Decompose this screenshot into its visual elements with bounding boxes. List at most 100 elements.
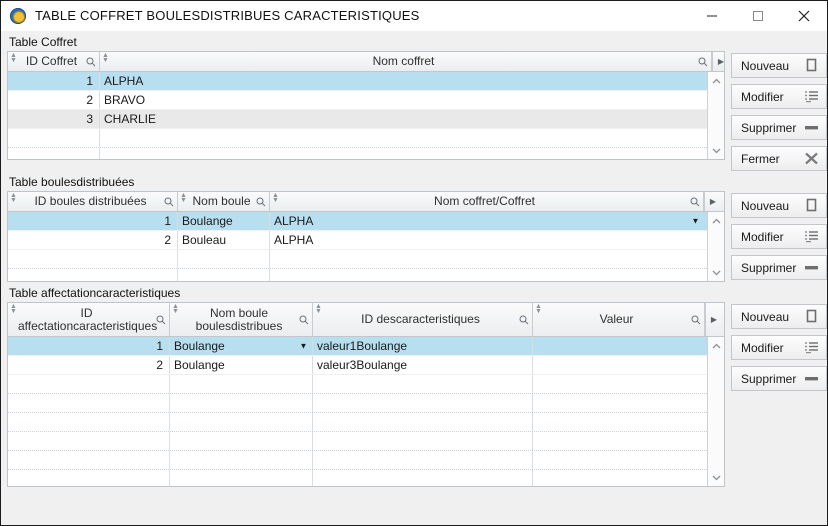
fermer-button[interactable]: Fermer — [731, 146, 827, 171]
maximize-icon[interactable] — [735, 1, 781, 31]
data-grid[interactable]: ▲ ▼ ID boules distribuées ▲ ▼ Nom boule ▲ ▼ Nom … — [7, 191, 725, 282]
magnifier-icon[interactable] — [164, 197, 174, 207]
table-cell-empty[interactable] — [170, 375, 313, 393]
table-cell[interactable]: 1 — [8, 337, 170, 355]
table-cell-empty[interactable] — [270, 269, 704, 281]
magnifier-icon[interactable] — [299, 315, 309, 325]
column-header-1[interactable]: ▲ ▼ ID boules distribuées — [8, 192, 178, 211]
table-cell-empty[interactable] — [533, 413, 705, 431]
table-cell[interactable]: valeur1Boulange — [313, 337, 533, 355]
table-cell-empty[interactable] — [313, 470, 533, 486]
table-cell-empty[interactable] — [8, 375, 170, 393]
table-cell[interactable] — [533, 356, 705, 374]
table-cell[interactable]: CHARLIE — [100, 110, 707, 128]
table-cell[interactable]: ALPHA ▼ — [270, 212, 704, 230]
table-row-empty[interactable] — [8, 148, 707, 159]
table-cell[interactable]: 2 — [8, 356, 170, 374]
chevron-down-icon[interactable]: ▼ — [297, 340, 310, 353]
table-cell[interactable]: 2 — [8, 231, 178, 249]
table-cell[interactable]: Bouleau — [178, 231, 270, 249]
table-row[interactable]: 1 Boulange ALPHA ▼ — [8, 212, 707, 231]
table-cell-empty[interactable] — [8, 432, 170, 450]
table-cell-empty[interactable] — [313, 451, 533, 469]
table-cell-empty[interactable] — [170, 413, 313, 431]
column-header-1[interactable]: ▲ ▼ ID Coffret — [8, 52, 100, 71]
column-header-2[interactable]: ▲ ▼ Nom coffret — [100, 52, 712, 71]
table-row[interactable]: 2 BRAVO — [8, 91, 707, 110]
table-cell-empty[interactable] — [170, 470, 313, 486]
magnifier-icon[interactable] — [691, 315, 701, 325]
magnifier-icon[interactable] — [690, 197, 700, 207]
scrollbar-track[interactable] — [708, 229, 724, 264]
table-row-empty[interactable] — [8, 451, 707, 470]
magnifier-icon[interactable] — [86, 57, 96, 67]
table-row[interactable]: 1 ALPHA — [8, 72, 707, 91]
table-row-empty[interactable] — [8, 250, 707, 269]
table-cell-empty[interactable] — [8, 394, 170, 412]
table-row-empty[interactable] — [8, 269, 707, 281]
table-cell-empty[interactable] — [533, 375, 705, 393]
header-overflow-button[interactable]: ▶ — [704, 192, 721, 211]
vertical-scrollbar[interactable] — [707, 72, 724, 159]
table-cell[interactable]: Boulange ▼ — [170, 337, 313, 355]
table-cell-empty[interactable] — [8, 250, 178, 268]
scrollbar-track[interactable] — [708, 354, 724, 469]
scroll-up-icon[interactable] — [708, 72, 725, 89]
table-cell[interactable] — [533, 337, 705, 355]
table-cell-empty[interactable] — [100, 129, 707, 147]
vertical-scrollbar[interactable] — [707, 212, 724, 281]
table-cell-empty[interactable] — [178, 269, 270, 281]
table-cell[interactable]: Boulange — [178, 212, 270, 230]
table-cell-empty[interactable] — [178, 250, 270, 268]
table-cell-empty[interactable] — [313, 375, 533, 393]
table-cell-empty[interactable] — [313, 394, 533, 412]
modifier-button[interactable]: Modifier — [731, 84, 827, 109]
minimize-icon[interactable] — [689, 1, 735, 31]
table-cell[interactable]: ALPHA — [270, 231, 704, 249]
column-header-3[interactable]: ▲ ▼ Nom coffret/Coffret — [270, 192, 704, 211]
table-cell[interactable]: 1 — [8, 72, 100, 90]
magnifier-icon[interactable] — [156, 315, 166, 325]
table-row[interactable]: 1 Boulange ▼ valeur1Boulange — [8, 337, 707, 356]
table-row-empty[interactable] — [8, 413, 707, 432]
magnifier-icon[interactable] — [256, 197, 266, 207]
close-icon[interactable] — [781, 1, 827, 31]
column-header-2[interactable]: ▲ ▼ Nom boule — [178, 192, 270, 211]
scroll-up-icon[interactable] — [708, 337, 725, 354]
magnifier-icon[interactable] — [698, 57, 708, 67]
table-cell-empty[interactable] — [8, 451, 170, 469]
scrollbar-track[interactable] — [708, 89, 724, 142]
table-row-empty[interactable] — [8, 129, 707, 148]
header-overflow-button[interactable]: ▶ — [705, 303, 722, 336]
nouveau-button[interactable]: Nouveau — [731, 304, 827, 329]
column-header-2[interactable]: ▲ ▼ Nom boule boulesdistribues — [170, 303, 313, 336]
table-cell-empty[interactable] — [170, 394, 313, 412]
table-cell[interactable]: 2 — [8, 91, 100, 109]
scroll-down-icon[interactable] — [708, 142, 725, 159]
supprimer-button[interactable]: Supprimer — [731, 255, 827, 280]
table-row-empty[interactable] — [8, 432, 707, 451]
header-overflow-button[interactable]: ▶ — [712, 52, 724, 71]
table-cell[interactable]: BRAVO — [100, 91, 707, 109]
table-cell-empty[interactable] — [533, 470, 705, 486]
table-row[interactable]: 2 Bouleau ALPHA — [8, 231, 707, 250]
data-grid[interactable]: ▲ ▼ ID Coffret ▲ ▼ Nom coffret ▶ 1 ALPHA 2 BRAVO 3 C… — [7, 51, 725, 160]
table-cell-empty[interactable] — [8, 148, 100, 159]
table-row-empty[interactable] — [8, 470, 707, 486]
supprimer-button[interactable]: Supprimer — [731, 366, 827, 391]
magnifier-icon[interactable] — [519, 315, 529, 325]
column-header-4[interactable]: ▲ ▼ Valeur — [533, 303, 705, 336]
modifier-button[interactable]: Modifier — [731, 335, 827, 360]
table-cell-empty[interactable] — [170, 432, 313, 450]
table-cell[interactable]: 1 — [8, 212, 178, 230]
data-grid[interactable]: ▲ ▼ ID affectationcaracteristiques ▲ ▼ Nom bo… — [7, 302, 725, 487]
chevron-down-icon[interactable]: ▼ — [689, 215, 702, 228]
table-cell-empty[interactable] — [8, 413, 170, 431]
table-cell-empty[interactable] — [270, 250, 704, 268]
modifier-button[interactable]: Modifier — [731, 224, 827, 249]
table-row[interactable]: 3 CHARLIE — [8, 110, 707, 129]
vertical-scrollbar[interactable] — [707, 337, 724, 486]
table-cell-empty[interactable] — [8, 269, 178, 281]
nouveau-button[interactable]: Nouveau — [731, 53, 827, 78]
column-header-1[interactable]: ▲ ▼ ID affectationcaracteristiques — [8, 303, 170, 336]
